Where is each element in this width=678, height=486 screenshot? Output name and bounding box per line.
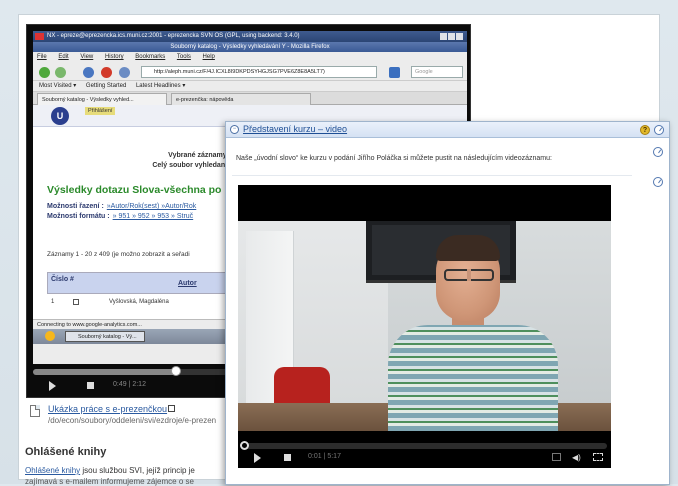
clock-icon[interactable] [653,147,663,157]
stop-icon[interactable] [101,67,112,78]
login-link[interactable]: Přihlášení [85,107,116,115]
stop-icon[interactable] [284,454,291,461]
play-icon[interactable] [49,381,56,391]
nx-logo-icon [35,33,44,40]
left-video-time: 0:49 | 2:12 [113,381,146,388]
whole-set-label: Celý soubor vyhledaný [152,162,229,169]
menu-tools[interactable]: Tools [177,54,191,60]
glasses [444,269,494,281]
menu-edit[interactable]: Edit [58,54,68,60]
external-link-icon [168,405,175,412]
video-window-title[interactable]: Představení kurzu – video [243,124,347,134]
record-count: Záznamy 1 - 20 z 409 (je možno zobrazit … [47,251,190,258]
menu-bookmarks[interactable]: Bookmarks [135,54,165,60]
row-author: Vyšlovská, Magdaléna [109,299,169,305]
forward-icon[interactable] [55,67,66,78]
nx-title: NX - epreze@eprezencka.ics.muni.cz:2001 … [47,33,300,39]
presenter-shirt [388,325,558,431]
menu-help[interactable]: Help [203,54,215,60]
bookmark-most-visited[interactable]: Most Visited ▾ [39,83,76,89]
sample-work-link[interactable]: Ukázka práce s e-prezenčkou [48,404,167,414]
divider [232,175,632,176]
taskbar-firefox-item[interactable]: Souborný katalog - Vý... [65,331,145,342]
section-heading: Ohlášené knihy [25,446,107,458]
firefox-menubar: File Edit View History Bookmarks Tools H… [33,52,467,63]
sort-label: Možnosti řazení : [47,203,104,210]
stop-icon[interactable] [87,382,94,389]
fullscreen-icon[interactable] [593,453,603,461]
collapse-icon[interactable]: − [230,125,239,134]
left-scrubber-handle[interactable] [171,366,182,376]
scrubber-handle[interactable] [240,441,249,450]
row-checkbox[interactable] [73,299,79,305]
sort-options[interactable]: »Autor/Rok(sest) »Autor/Rok [107,203,196,210]
url-bar[interactable]: http://aleph.muni.cz/F/4J.ICXL8I9DKPDSYH… [141,66,377,78]
tab-strip: Souborný katalog - Výsledky vyhled... e-… [33,92,467,105]
section-subtext: zajímavá s e-mailem informujeme zájemce … [25,477,194,486]
video-window: − Představení kurzu – video ? Naše „úvod… [225,121,670,485]
volume-icon[interactable]: ◀) [572,453,581,462]
start-menu-icon[interactable] [45,331,55,341]
bookmark-getting-started[interactable]: Getting Started [86,83,126,89]
format-options[interactable]: » 951 » 952 » 953 » Struč [113,213,194,220]
tab-napoveda[interactable]: e-prezenčka: nápověda [171,93,311,105]
back-icon[interactable] [39,67,50,78]
search-input[interactable]: Google [411,66,463,78]
results-heading: Výsledky dotazu Slova-všechna po [47,184,222,196]
clock-icon[interactable] [654,125,664,135]
bookmarks-toolbar: Most Visited ▾ Getting Started Latest He… [33,81,467,92]
menu-view[interactable]: View [80,54,93,60]
nx-titlebar: NX - epreze@eprezencka.ics.muni.cz:2001 … [33,31,467,42]
tab-katalog[interactable]: Souborný katalog - Výsledky vyhled... [37,93,167,105]
firefox-title: Souborný katalog - Výsledky vyhledávání … [33,42,467,52]
help-icon[interactable]: ? [640,125,650,135]
clock-icon[interactable] [653,177,663,187]
column-author[interactable]: Autor [178,280,197,287]
document-icon [30,405,40,417]
document-path: /do/econ/soubory/oddeleni/svi/ezdroje/e-… [48,416,217,425]
section-text-body: jsou službou SVI, jejíž princip je [80,466,195,475]
reload-icon[interactable] [83,67,94,78]
video-scrubber[interactable] [240,441,607,450]
announced-books-link[interactable]: Ohlášené knihy [25,466,80,475]
video-window-header: − Představení kurzu – video ? [226,122,669,138]
video-intro-text: Naše „úvodní slovo“ ke kurzu v podání Ji… [236,155,552,162]
section-text: Ohlášené knihy jsou službou SVI, jejíž p… [25,466,225,475]
sort-format-options: Možnosti řazení : »Autor/Rok(sest) »Autor… [47,202,196,222]
navigation-toolbar: http://aleph.muni.cz/F/4J.ICXL8I9DKPDSYH… [33,63,467,81]
column-number: Číslo # [51,276,74,283]
row-number: 1 [51,299,55,305]
search-engine-icon[interactable] [389,67,400,78]
captions-icon[interactable] [552,453,561,461]
bookmark-latest-headlines[interactable]: Latest Headlines ▾ [136,83,185,89]
menu-file[interactable]: File [37,54,47,60]
video-frame[interactable] [238,221,611,431]
video-player[interactable]: 0:01 | 5:17 ◀) [238,185,611,468]
video-time: 0:01 | 5:17 [308,453,341,460]
home-icon[interactable] [119,67,130,78]
format-label: Možnosti formátu : [47,213,110,220]
selected-records: Vybrané záznamy: Celý soubor vyhledaný [129,151,229,171]
selected-records-label: Vybrané záznamy: [168,152,229,159]
left-video-progress [33,369,177,375]
menu-history[interactable]: History [105,54,124,60]
muni-logo: U [51,107,69,125]
play-icon[interactable] [254,453,261,463]
window-buttons[interactable] [439,33,465,40]
